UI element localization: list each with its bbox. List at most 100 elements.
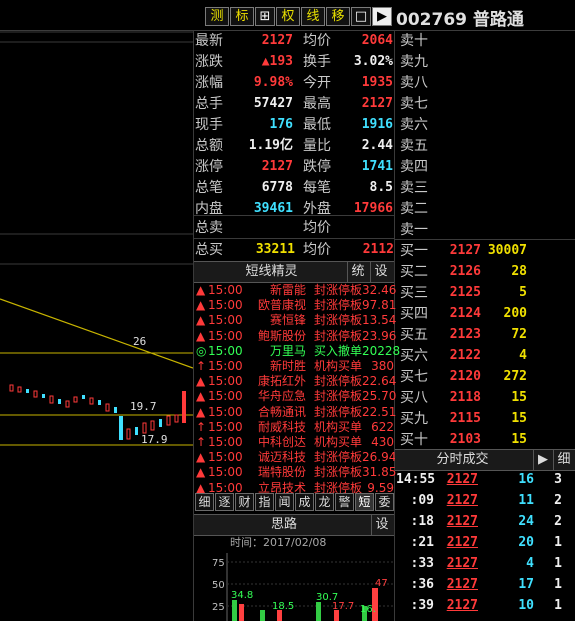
play-icon[interactable]: ▶: [372, 7, 392, 26]
ask-label: 卖一: [400, 222, 428, 238]
tab-5[interactable]: 成: [295, 493, 314, 511]
tick-volume: 11: [518, 493, 534, 508]
alert-type: 封涨停板: [313, 328, 362, 343]
bid-label: 买八: [400, 390, 428, 406]
list-item[interactable]: ◎ 15:00 万里马 买入撤单20228: [196, 343, 401, 358]
chart-label-c: 17.9: [141, 433, 168, 446]
move-button[interactable]: 移: [326, 7, 350, 26]
divider: [395, 239, 575, 240]
quote-value: 39461: [253, 201, 293, 216]
alert-time: 15:00: [208, 359, 243, 373]
tab-3[interactable]: 指: [255, 493, 274, 511]
alert-icon: ▲: [196, 389, 206, 404]
window-icon[interactable]: □: [351, 7, 371, 26]
thinking-settings-button[interactable]: 设: [371, 515, 392, 535]
list-item[interactable]: ↑ 15:00 新时胜 机构买单 380: [196, 359, 394, 373]
alert-value: 622: [371, 419, 394, 434]
quote-label: 内盘: [195, 201, 223, 217]
measure-button[interactable]: 测: [205, 7, 229, 26]
quote-label: 外盘: [303, 201, 331, 217]
alert-value: 20228: [362, 343, 401, 358]
buy-avg-label: 均价: [303, 242, 331, 258]
quote-value: 9.98%: [253, 75, 293, 90]
quote-label: 涨跌: [195, 54, 223, 70]
bid-price: 2124: [449, 306, 481, 321]
sprite-stats-button[interactable]: 统: [347, 262, 368, 282]
tick-price: 2127: [446, 514, 478, 529]
alert-time: 15:00: [208, 298, 243, 313]
alert-time: 15:00: [208, 328, 243, 343]
bid-volume: 272: [503, 369, 527, 384]
list-item[interactable]: ▲ 15:00 新雷能 封涨停板32.46: [196, 283, 396, 297]
tab-9[interactable]: 委: [375, 493, 394, 511]
tick-time: :33: [410, 556, 434, 571]
list-item[interactable]: ▲ 15:00 欧普康视 封涨停板97.81: [196, 298, 396, 313]
list-item[interactable]: ↑ 15:00 中科创达 机构买单 430: [196, 435, 394, 449]
ask-label: 卖九: [400, 54, 428, 70]
bid-volume: 200: [503, 306, 527, 321]
sprite-title: 短线精灵: [245, 264, 298, 279]
mark-button[interactable]: 标: [230, 7, 254, 26]
quote-value: 1741: [361, 159, 393, 174]
ticks-header: 分时成交 ▶ 细: [395, 449, 575, 471]
bid-volume: 4: [519, 348, 527, 363]
list-item[interactable]: ▲ 15:00 赛恒锋 封涨停板13.54: [196, 313, 396, 328]
list-item[interactable]: ▲ 15:00 瑞特股份 封涨停板31.85: [196, 465, 396, 480]
alert-type: 机构买单: [313, 419, 362, 434]
quote-label: 今开: [303, 75, 331, 91]
divider: [194, 215, 394, 216]
quote-label: 总额: [195, 138, 223, 154]
sprite-settings-button[interactable]: 设: [370, 262, 391, 282]
alert-type: 封涨停板: [313, 283, 362, 297]
axis-75: 75: [212, 558, 225, 569]
candles: [9, 384, 186, 440]
alert-stock: 欧普康视: [257, 298, 306, 313]
tick-volume: 16: [518, 472, 534, 487]
alert-icon: ▲: [196, 465, 206, 480]
ask-label: 卖八: [400, 75, 428, 91]
tab-1[interactable]: 逐: [215, 493, 234, 511]
tab-0[interactable]: 细: [195, 493, 214, 511]
list-item[interactable]: ▲ 15:00 诚迈科技 封涨停板26.94: [196, 450, 397, 465]
alert-icon: ▲: [196, 450, 206, 465]
ask-label: 卖三: [400, 180, 428, 196]
kline-chart[interactable]: 26 19.7 17.9: [0, 31, 193, 621]
bar-label-5: 16.: [360, 604, 376, 615]
quote-value: 1.19亿: [248, 138, 293, 153]
tab-8[interactable]: 短: [355, 493, 374, 511]
quote-value: 2127: [361, 96, 393, 111]
list-item[interactable]: ▲ 15:00 合畅通讯 封涨停板22.51: [196, 405, 396, 419]
quote-value: 176: [269, 117, 293, 132]
tick-time: :21: [410, 535, 434, 550]
tab-7[interactable]: 警: [335, 493, 354, 511]
alert-icon: ◎: [196, 343, 207, 358]
alert-stock: 中科创达: [257, 435, 306, 449]
list-item[interactable]: ▲ 15:00 康拓红外 封涨停板22.64: [196, 374, 396, 388]
tab-4[interactable]: 闻: [275, 493, 294, 511]
ticks-detail-button[interactable]: 细: [553, 450, 574, 470]
grid-icon[interactable]: ⊞: [255, 7, 275, 26]
rights-button[interactable]: 权: [276, 7, 300, 26]
tab-6[interactable]: 龙: [315, 493, 334, 511]
list-item[interactable]: ↑ 15:00 耐威科技 机构买单 622: [196, 419, 394, 434]
alert-time: 15:00: [208, 419, 243, 434]
bid-price: 2120: [449, 369, 481, 384]
list-item[interactable]: ▲ 15:00 鲍斯股份 封涨停板23.96: [196, 328, 397, 343]
alert-time: 15:00: [208, 450, 243, 465]
bar-label-1: 34.8: [231, 590, 253, 601]
alert-icon: ↑: [196, 359, 207, 373]
quote-value: 1916: [361, 117, 393, 132]
stock-title: 002769 普路通: [396, 10, 524, 30]
alert-icon: ▲: [196, 313, 206, 328]
tab-2[interactable]: 财: [235, 493, 254, 511]
tick-price: 2127: [446, 535, 478, 550]
ticks-next-icon[interactable]: ▶: [533, 450, 552, 470]
quote-value: 6778: [261, 180, 293, 195]
list-item[interactable]: ▲ 15:00 华舟应急 封涨停板25.70: [196, 389, 396, 404]
line-button[interactable]: 线: [301, 7, 325, 26]
alert-value: 23.96: [362, 328, 397, 343]
bid-volume: 15: [511, 411, 527, 426]
tick-time: 14:55: [396, 472, 436, 487]
tick-volume: 17: [518, 577, 534, 592]
alert-value: 26.94: [362, 450, 397, 465]
